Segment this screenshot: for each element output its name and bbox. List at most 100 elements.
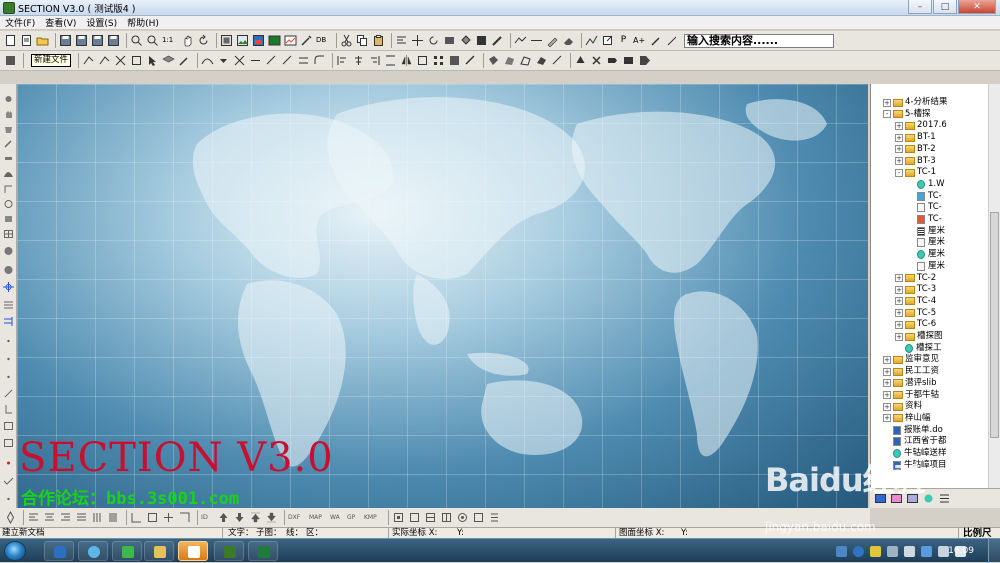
frame-icon[interactable] (146, 511, 159, 524)
expand-icon[interactable]: + (895, 285, 903, 294)
tree-file[interactable]: 槽探工 (895, 343, 942, 354)
hatch-icon[interactable] (487, 54, 500, 67)
layer-icon[interactable] (220, 34, 233, 47)
target-icon[interactable] (456, 511, 469, 524)
check-icon[interactable] (3, 476, 14, 486)
symbol-icon[interactable] (590, 54, 603, 67)
frame-select-icon[interactable] (440, 511, 453, 524)
chart-icon[interactable] (284, 34, 297, 47)
tree-folder[interactable]: + TC-5 (895, 308, 936, 319)
tree-folder[interactable]: + 槽探图 (895, 331, 943, 342)
pen-icon[interactable] (178, 54, 191, 67)
kmp-export-icon[interactable]: KMP (364, 511, 382, 524)
tree-list-icon[interactable] (938, 492, 951, 505)
expand-icon[interactable]: + (895, 133, 903, 142)
tree-folder[interactable]: + TC-3 (895, 284, 936, 295)
arrow-down-icon[interactable] (233, 511, 246, 524)
tree-folder[interactable]: + 民工工资 (883, 366, 939, 377)
stop-icon[interactable] (4, 54, 17, 67)
columns-icon[interactable] (107, 511, 120, 524)
taskbar-clock[interactable]: 16:09 (948, 539, 974, 563)
brush-icon[interactable] (491, 34, 504, 47)
frame-select-icon[interactable] (392, 511, 405, 524)
distribute-icon[interactable] (384, 54, 397, 67)
gp-export-icon[interactable]: GP (347, 511, 361, 524)
new-file-icon[interactable] (4, 34, 17, 47)
tray-network-icon[interactable] (836, 545, 847, 557)
expand-icon[interactable]: + (895, 320, 903, 329)
cursor-icon[interactable] (146, 54, 159, 67)
crane-icon[interactable] (3, 184, 14, 194)
tray-shield-icon[interactable] (921, 545, 932, 557)
tree-folder[interactable]: + 监审意见 (883, 354, 939, 365)
circle-grid-icon[interactable] (3, 265, 14, 275)
circle-grid-icon[interactable] (3, 246, 14, 256)
hand-icon[interactable] (3, 109, 14, 119)
collapse-icon[interactable]: - (883, 110, 891, 119)
tree-folder[interactable]: + BT-3 (895, 156, 936, 167)
legend-icon[interactable] (3, 421, 14, 431)
new-doc-icon[interactable] (20, 34, 33, 47)
label-icon[interactable] (606, 54, 619, 67)
move-icon[interactable] (411, 34, 424, 47)
mirror-icon[interactable] (400, 54, 413, 67)
attach-icon[interactable] (464, 54, 477, 67)
clip-icon[interactable] (551, 54, 564, 67)
expand-icon[interactable]: + (883, 367, 891, 376)
taskbar-app-excel[interactable] (248, 541, 278, 561)
polyline-icon[interactable] (585, 34, 598, 47)
tree-folder[interactable]: + BT-1 (895, 132, 936, 143)
expand-icon[interactable]: + (895, 309, 903, 318)
join-icon[interactable] (249, 54, 262, 67)
drawing-canvas[interactable]: SECTION V3.0 合作论坛：bbs.3s001.com (17, 84, 868, 508)
save-icon[interactable] (59, 34, 72, 47)
taskbar-app-browser[interactable] (78, 541, 108, 561)
helmet-icon[interactable] (3, 169, 14, 179)
tree-file[interactable]: 厘米 (907, 226, 945, 237)
fillet-icon[interactable] (313, 54, 326, 67)
tree-folder[interactable]: + TC-4 (895, 296, 936, 307)
open-folder-icon[interactable] (36, 34, 49, 47)
tray-keyboard-icon[interactable] (904, 545, 915, 557)
arrow-top-icon[interactable] (249, 511, 262, 524)
tree-file[interactable]: TC- (907, 214, 942, 225)
zoom-in-icon[interactable] (130, 34, 143, 47)
show-desktop-button[interactable] (988, 539, 1000, 563)
point-icon[interactable] (3, 94, 14, 104)
paste-icon[interactable] (372, 34, 385, 47)
copy-icon[interactable] (356, 34, 369, 47)
database-icon[interactable]: DB (316, 34, 330, 47)
arrow-icon[interactable] (3, 388, 14, 398)
drill-icon[interactable] (3, 154, 14, 164)
node-icon[interactable] (114, 54, 127, 67)
frame-icon[interactable] (162, 511, 175, 524)
symbol-icon[interactable] (574, 54, 587, 67)
pen-icon[interactable] (650, 34, 663, 47)
tree-scrollbar-thumb[interactable] (990, 212, 999, 438)
boundary-icon[interactable] (519, 54, 532, 67)
text-align-left-icon[interactable] (27, 511, 40, 524)
tree-folder[interactable]: + 于都牛轱 (883, 390, 939, 401)
tree-folder[interactable]: + 梓山幅 (883, 413, 931, 424)
expand-icon[interactable]: + (883, 391, 891, 399)
close-button[interactable]: ✕ (958, 0, 996, 14)
trim-icon[interactable] (265, 54, 278, 67)
array-icon[interactable] (432, 54, 445, 67)
expand-icon[interactable]: + (895, 274, 903, 282)
vertex-icon[interactable] (98, 54, 111, 67)
draw-icon[interactable] (666, 34, 679, 47)
offset-icon[interactable] (297, 54, 310, 67)
tree-folder[interactable]: + TC-2 (895, 273, 936, 284)
legend-icon[interactable] (3, 438, 14, 448)
vertex-icon[interactable] (82, 54, 95, 67)
block-icon[interactable] (448, 54, 461, 67)
collapse-icon[interactable]: - (895, 168, 903, 177)
zoom-actual-icon[interactable]: 1:1 (162, 34, 178, 47)
menu-help[interactable]: 帮助(H) (122, 16, 164, 29)
save-all-icon[interactable] (107, 34, 120, 47)
red-dot-icon[interactable] (3, 458, 14, 468)
measure-icon[interactable] (514, 34, 527, 47)
export-icon[interactable] (601, 34, 614, 47)
save-copy-icon[interactable] (91, 34, 104, 47)
tree-folder[interactable]: + TC-6 (895, 319, 936, 330)
